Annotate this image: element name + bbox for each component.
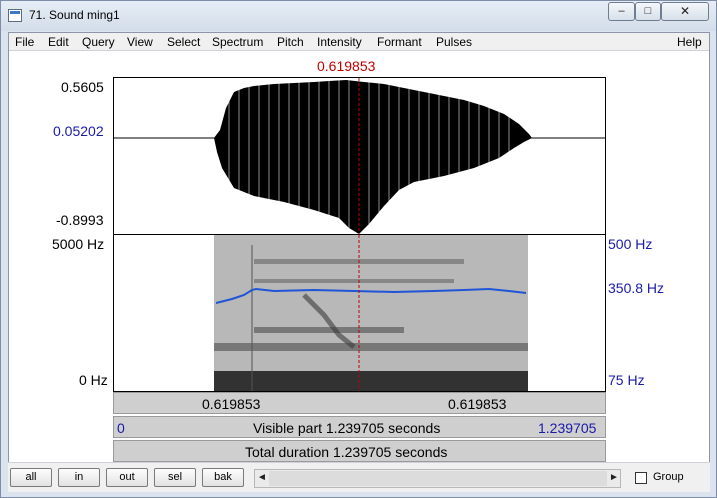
spectrogram-max-frequency-label: 5000 Hz: [52, 236, 105, 252]
menu-pitch[interactable]: Pitch: [277, 35, 304, 49]
waveform-panel[interactable]: [113, 77, 606, 235]
window-app-icon: [8, 9, 22, 22]
title-bar[interactable]: 71. Sound ming1 – □ ✕: [1, 1, 716, 31]
scrollbar-thumb[interactable]: [269, 471, 607, 486]
visible-end-time: 1.239705: [538, 420, 597, 436]
group-checkbox-label: Group: [653, 471, 684, 483]
pitch-floor-label: 75 Hz: [608, 372, 645, 388]
window-title: 71. Sound ming1: [29, 8, 120, 22]
menu-edit[interactable]: Edit: [48, 35, 69, 49]
show-all-button[interactable]: all: [10, 468, 52, 487]
zoom-back-button[interactable]: bak: [202, 468, 244, 487]
menu-view[interactable]: View: [127, 35, 153, 49]
close-button[interactable]: ✕: [661, 2, 709, 21]
spectrogram-panel[interactable]: [113, 234, 606, 392]
minimize-button[interactable]: –: [608, 2, 635, 21]
horizontal-scrollbar[interactable]: ◄ ►: [254, 469, 621, 488]
menu-file[interactable]: File: [15, 35, 34, 49]
maximize-button[interactable]: □: [635, 2, 661, 21]
total-duration-label: Total duration 1.239705 seconds: [245, 444, 448, 460]
time-bar-left-segment[interactable]: 0.619853: [202, 396, 260, 412]
menu-intensity[interactable]: Intensity: [317, 35, 362, 49]
menu-bar: File Edit Query View Select Spectrum Pit…: [9, 33, 709, 51]
menu-help[interactable]: Help: [677, 35, 702, 49]
pitch-value-label: 350.8 Hz: [608, 280, 665, 296]
cursor-time-bar[interactable]: 0.619853 0.619853: [113, 392, 606, 414]
spectrogram-formant-transition: [302, 293, 356, 349]
spectrogram-overlay: [214, 235, 528, 391]
bottom-toolbar: all in out sel bak ◄ ► Group: [8, 462, 710, 492]
menu-select[interactable]: Select: [167, 35, 200, 49]
pitch-curve: [215, 287, 527, 304]
scroll-left-arrow-icon[interactable]: ◄: [257, 472, 267, 483]
waveform-envelope: [214, 80, 532, 234]
scroll-right-arrow-icon[interactable]: ►: [609, 472, 619, 483]
waveform-min-label: -0.8993: [56, 212, 104, 228]
waveform-max-label: 0.5605: [61, 79, 104, 95]
menu-query[interactable]: Query: [82, 35, 115, 49]
zoom-to-selection-button[interactable]: sel: [154, 468, 196, 487]
sound-editor-window: 71. Sound ming1 – □ ✕ File Edit Query Vi…: [0, 0, 717, 498]
waveform-zero-label: 0.05202: [53, 123, 104, 139]
group-checkbox[interactable]: [635, 472, 647, 484]
visible-part-label: Visible part 1.239705 seconds: [253, 420, 441, 436]
spectrogram-min-frequency-label: 0 Hz: [79, 372, 108, 388]
time-bar-right-segment[interactable]: 0.619853: [448, 396, 506, 412]
menu-pulses[interactable]: Pulses: [436, 35, 472, 49]
zoom-in-button[interactable]: in: [58, 468, 100, 487]
visible-part-bar[interactable]: 0 Visible part 1.239705 seconds 1.239705: [113, 416, 606, 438]
zoom-out-button[interactable]: out: [106, 468, 148, 487]
cursor-time-label: 0.619853: [317, 58, 376, 74]
pitch-ceiling-label: 500 Hz: [608, 236, 653, 252]
total-duration-bar[interactable]: Total duration 1.239705 seconds: [113, 440, 606, 462]
spectrogram-formant-bands: [214, 259, 528, 391]
menu-formant[interactable]: Formant: [377, 35, 422, 49]
menu-spectrum[interactable]: Spectrum: [212, 35, 263, 49]
waveform-drawing: [114, 78, 605, 234]
visible-start-time: 0: [117, 420, 125, 436]
